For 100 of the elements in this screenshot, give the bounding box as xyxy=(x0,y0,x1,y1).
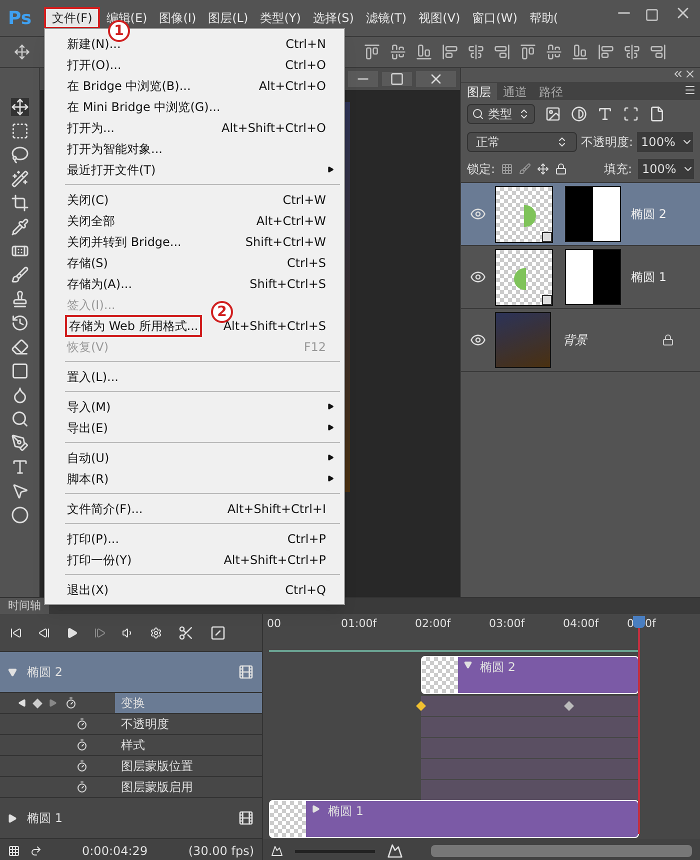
menu-item[interactable]: 打印一份(Y) xyxy=(65,550,134,568)
close-icon[interactable] xyxy=(416,71,456,87)
lock-all-icon[interactable] xyxy=(555,162,568,174)
next-keyframe-icon[interactable] xyxy=(49,699,57,707)
menu-item[interactable]: 最近打开文件(T) xyxy=(65,160,158,178)
align-icon[interactable] xyxy=(442,44,458,60)
add-keyframe-icon[interactable] xyxy=(32,698,42,708)
maximize-icon[interactable] xyxy=(382,72,412,86)
scissors-icon[interactable] xyxy=(178,624,194,640)
property-row[interactable]: 图层蒙版位置 xyxy=(115,756,262,776)
marquee-tool-icon[interactable] xyxy=(10,122,28,140)
align-icon[interactable] xyxy=(416,44,432,60)
align-icon[interactable] xyxy=(468,44,484,60)
panel-tab[interactable]: 图层 xyxy=(461,83,497,100)
layer-row[interactable]: 背景 xyxy=(461,309,700,372)
layer-row[interactable]: 椭圆 1 xyxy=(461,246,700,309)
disclosure-icon[interactable] xyxy=(8,668,17,676)
menu-item[interactable]: 导出(E) xyxy=(65,418,110,436)
zoom-in-icon[interactable] xyxy=(387,843,403,859)
film-icon[interactable] xyxy=(238,810,254,826)
menu-item[interactable]: 打开为智能对象... xyxy=(65,140,164,158)
ellipse-tool-icon[interactable] xyxy=(10,506,28,524)
scrollbar-thumb[interactable] xyxy=(431,845,692,857)
film-icon[interactable] xyxy=(238,664,254,680)
audio-icon[interactable] xyxy=(122,626,134,638)
panel-menu-icon[interactable] xyxy=(684,84,696,96)
pen-tool-icon[interactable] xyxy=(10,434,28,452)
blend-mode-dropdown[interactable]: 正常 xyxy=(467,132,577,152)
fill-field[interactable]: 100% xyxy=(638,158,694,178)
minimize-icon[interactable] xyxy=(348,71,378,87)
transition-icon[interactable] xyxy=(210,624,226,640)
property-row[interactable]: 样式 xyxy=(115,735,262,755)
align-icon[interactable] xyxy=(650,44,666,60)
menu-item[interactable]: 图层(L) xyxy=(202,7,254,29)
align-icon[interactable] xyxy=(390,44,406,60)
menu-item[interactable]: 打开(O)... xyxy=(65,56,124,74)
align-icon[interactable] xyxy=(494,44,510,60)
align-icon[interactable] xyxy=(546,44,562,60)
crop-tool-icon[interactable] xyxy=(10,194,28,212)
brush-tool-icon[interactable] xyxy=(10,266,28,284)
close-icon[interactable] xyxy=(684,68,696,80)
smart-object-filter-icon[interactable] xyxy=(649,106,665,122)
align-icon[interactable] xyxy=(598,44,614,60)
menu-item[interactable]: 帮助( xyxy=(523,7,564,29)
stamp-tool-icon[interactable] xyxy=(10,290,28,308)
disclosure-icon[interactable] xyxy=(312,805,320,813)
previous-keyframe-icon[interactable] xyxy=(18,699,26,707)
align-icon[interactable] xyxy=(364,44,380,60)
zoom-tool-icon[interactable] xyxy=(10,410,28,428)
menu-item[interactable]: 类型(Y) xyxy=(254,7,307,29)
menu-item[interactable]: 关闭(C) xyxy=(65,190,111,208)
layer-clip[interactable]: 椭圆 1 xyxy=(269,800,639,838)
menu-item[interactable]: 视图(V) xyxy=(412,7,466,29)
menu-item[interactable]: 关闭全部 xyxy=(65,212,117,230)
render-icon[interactable] xyxy=(30,845,42,857)
menu-item[interactable]: 文件简介(F)... xyxy=(65,500,145,518)
menu-item[interactable]: 关闭并转到 Bridge... xyxy=(65,232,184,250)
menu-item[interactable]: 选择(S) xyxy=(306,7,360,29)
visibility-icon[interactable] xyxy=(470,332,486,348)
menu-item[interactable]: 窗口(W) xyxy=(466,7,524,29)
stopwatch-icon[interactable] xyxy=(76,739,88,751)
align-icon[interactable] xyxy=(624,44,640,60)
disclosure-icon[interactable] xyxy=(8,814,17,822)
stopwatch-icon[interactable] xyxy=(76,760,88,772)
pixel-filter-icon[interactable] xyxy=(545,106,561,122)
keyframe[interactable] xyxy=(564,701,574,711)
frame-mode-icon[interactable] xyxy=(8,845,20,857)
type-tool-icon[interactable] xyxy=(10,458,28,476)
eyedropper-tool-icon[interactable] xyxy=(10,218,28,236)
menu-item[interactable]: 自动(U) xyxy=(65,448,112,466)
play-icon[interactable] xyxy=(66,626,78,638)
adjustment-filter-icon[interactable] xyxy=(571,106,587,122)
menu-item[interactable]: 存储为(A)... xyxy=(65,274,134,292)
move-icon[interactable] xyxy=(14,44,30,60)
menu-item[interactable]: 文件(F) xyxy=(44,7,100,29)
first-frame-icon[interactable] xyxy=(10,626,22,638)
menu-item[interactable]: 导入(M) xyxy=(65,398,113,416)
menu-item[interactable]: 在 Mini Bridge 中浏览(G)... xyxy=(65,98,222,116)
menu-item[interactable]: 存储为 Web 所用格式... xyxy=(65,314,202,336)
eraser-tool-icon[interactable] xyxy=(10,338,28,356)
visibility-icon[interactable] xyxy=(470,269,486,285)
menu-item[interactable]: 脚本(R) xyxy=(65,470,111,488)
gradient-tool-icon[interactable] xyxy=(10,362,28,380)
menu-item[interactable]: 打开为... xyxy=(65,118,116,136)
property-row[interactable]: 图层蒙版启用 xyxy=(115,777,262,797)
zoom-out-icon[interactable] xyxy=(271,845,283,857)
move-tool-icon[interactable] xyxy=(10,98,28,116)
settings-icon[interactable] xyxy=(150,626,162,638)
previous-frame-icon[interactable] xyxy=(38,626,50,638)
menu-item[interactable]: 存储(S) xyxy=(65,254,110,272)
menu-item[interactable]: 在 Bridge 中浏览(B)... xyxy=(65,76,193,94)
stopwatch-icon[interactable] xyxy=(76,781,88,793)
stopwatch-icon[interactable] xyxy=(65,697,77,709)
menu-item[interactable]: 置入(L)... xyxy=(65,368,120,386)
type-filter-icon[interactable] xyxy=(597,106,613,122)
lock-position-icon[interactable] xyxy=(537,162,550,174)
menu-item[interactable]: 退出(X) xyxy=(65,580,111,598)
disclosure-icon[interactable] xyxy=(464,661,472,669)
opacity-field[interactable]: 100% xyxy=(637,132,694,152)
layer-row[interactable]: 椭圆 2 xyxy=(461,183,700,246)
